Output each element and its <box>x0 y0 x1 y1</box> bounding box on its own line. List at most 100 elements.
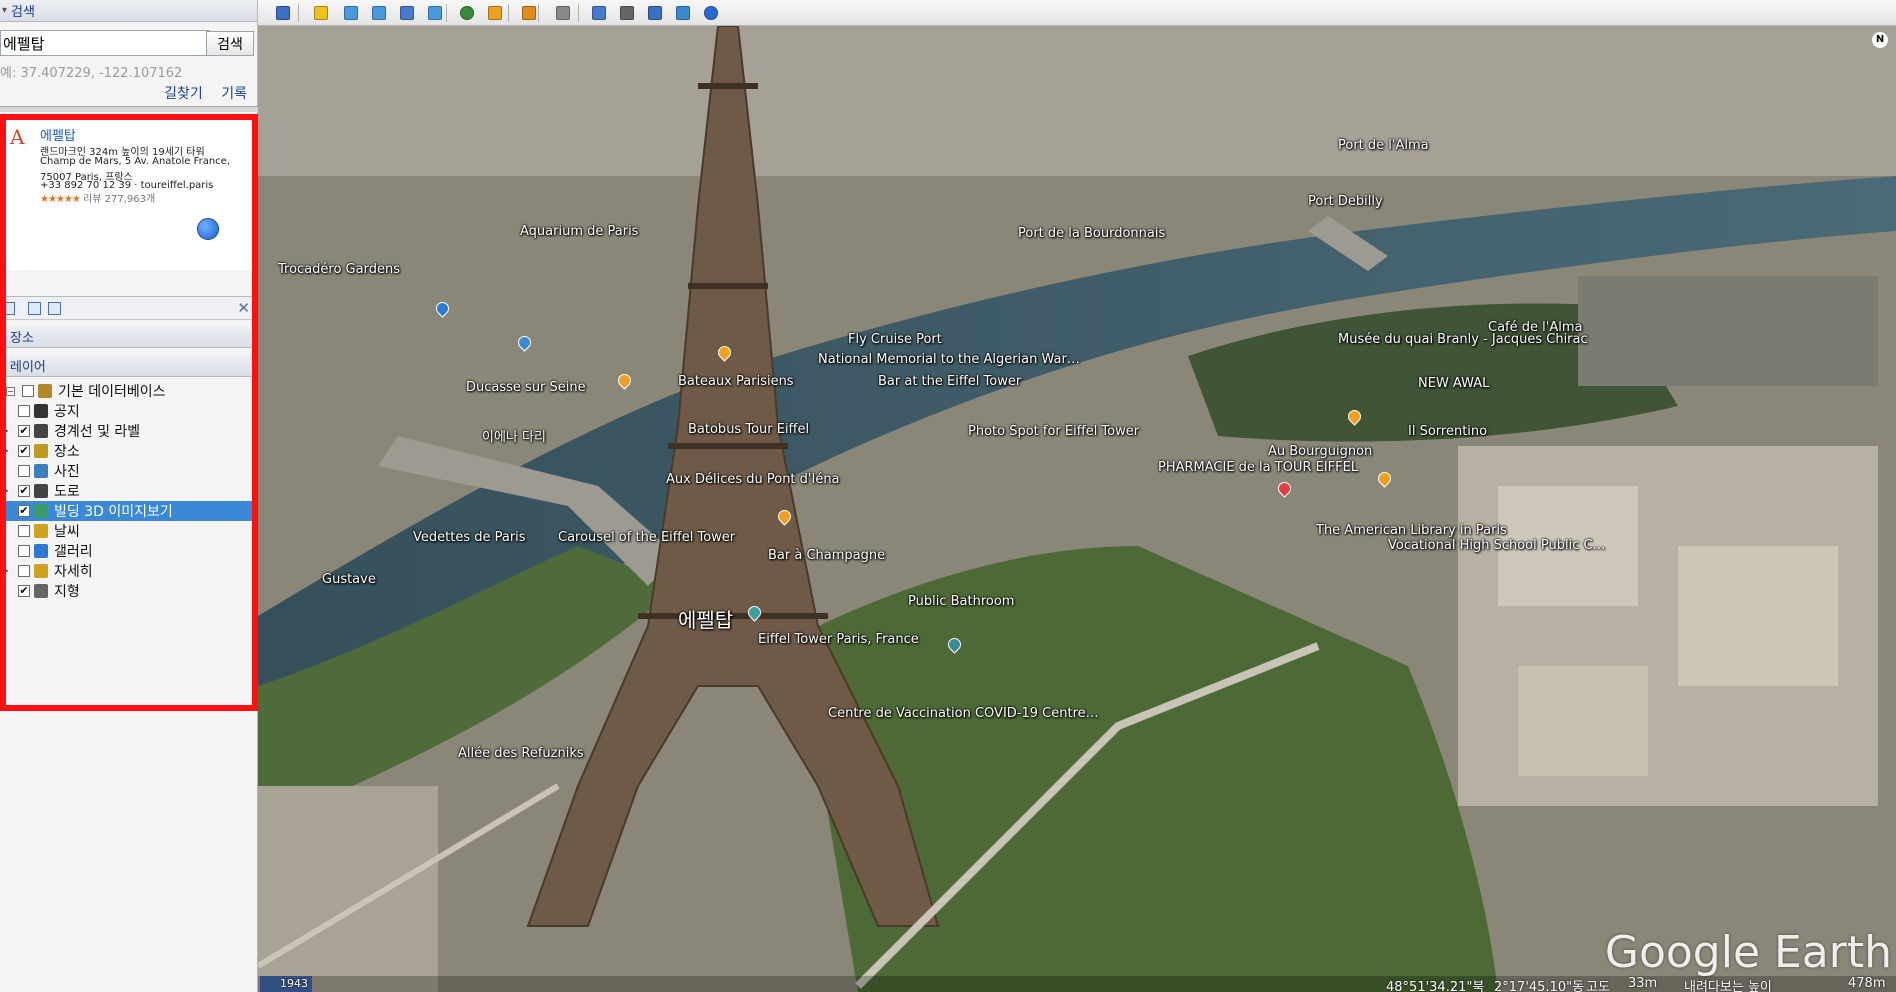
view-maps-icon[interactable] <box>672 2 694 24</box>
map-place-label[interactable]: Photo Spot for Eiffel Tower <box>968 424 1139 439</box>
add-content-icon[interactable] <box>2 302 15 315</box>
layer-checkbox[interactable]: ✔ <box>18 445 30 457</box>
map-place-label[interactable]: Aquarium de Paris <box>520 224 638 239</box>
layer-row[interactable]: ✔ 지형 <box>0 581 258 601</box>
map-place-label[interactable]: Au Bourguignon <box>1268 444 1372 459</box>
layers-panel-header[interactable]: 레이어 <box>0 355 258 377</box>
email-icon[interactable] <box>588 2 610 24</box>
expand-arrow-icon[interactable]: ▸ <box>2 566 11 576</box>
record-tour-icon[interactable] <box>424 2 446 24</box>
polygon-icon[interactable] <box>340 2 362 24</box>
layer-row[interactable]: ▸ 자세히 <box>0 561 258 581</box>
historical-imagery-icon[interactable] <box>456 2 478 24</box>
search-input[interactable] <box>0 30 210 56</box>
expand-arrow-icon[interactable]: ▸ <box>2 446 11 456</box>
map-place-label[interactable]: Vocational High School Public C… <box>1388 538 1606 553</box>
layer-checkbox[interactable]: ✔ <box>18 425 30 437</box>
panel-divider[interactable] <box>0 106 258 112</box>
map-place-label[interactable]: National Memorial to the Algerian War… <box>818 352 1080 367</box>
map-place-label[interactable]: Port de la Bourdonnais <box>1018 226 1165 241</box>
layers-tree: − 기본 데이터베이스 공지 ▸ ✔ 경계선 및 라벨 ▸ ✔ 장소 사진 ▸ ✔ 도로 ✔ 빌딩 3D 이… <box>0 381 258 601</box>
save-image-icon[interactable] <box>644 2 666 24</box>
layer-row[interactable]: ▸ ✔ 경계선 및 라벨 <box>0 421 258 441</box>
layer-icon <box>38 384 52 398</box>
result-marker-icon: A <box>10 125 25 149</box>
path-icon[interactable] <box>368 2 390 24</box>
map-place-label[interactable]: Café de l'Alma <box>1488 320 1582 335</box>
map-place-label[interactable]: Fly Cruise Port <box>848 332 942 347</box>
layer-checkbox[interactable]: ✔ <box>18 585 30 597</box>
result-title[interactable]: 에펠탑 <box>40 125 76 144</box>
image-overlay-icon[interactable] <box>396 2 418 24</box>
map-place-label[interactable]: PHARMACIE de la TOUR EIFFEL <box>1158 460 1358 475</box>
collapse-icon[interactable]: − <box>6 386 15 396</box>
layer-checkbox[interactable] <box>18 545 30 557</box>
earth-gallery-icon[interactable] <box>700 2 722 24</box>
layer-row[interactable]: ✔ 빌딩 3D 이미지보기 <box>0 501 258 521</box>
search-panel-header[interactable]: ▾ 검색 <box>0 0 257 22</box>
map-place-label[interactable]: Il Sorrentino <box>1408 424 1487 439</box>
historical-imagery-year[interactable]: 1943 <box>260 976 312 992</box>
close-icon[interactable]: ✕ <box>237 299 250 317</box>
expand-arrow-icon[interactable]: ▸ <box>2 486 11 496</box>
map-place-label[interactable]: Public Bathroom <box>908 594 1014 609</box>
map-place-label[interactable]: Trocadéro Gardens <box>278 262 400 277</box>
map-place-label[interactable]: Bar à Champagne <box>768 548 885 563</box>
result-rating: ★★★★★ 리뷰 277,963개 <box>40 190 155 205</box>
map-place-label[interactable]: Carousel of the Eiffel Tower <box>558 530 735 545</box>
directions-link[interactable]: 길찾기 <box>164 86 203 102</box>
sidebar-toggle-icon[interactable] <box>272 2 294 24</box>
search-button[interactable]: 검색 <box>206 31 254 56</box>
layer-row[interactable]: 사진 <box>0 461 258 481</box>
map-view[interactable]: Trocadéro Gardens Aquarium de Paris Musée … <box>258 26 1896 992</box>
sunlight-icon[interactable] <box>484 2 506 24</box>
map-place-label[interactable]: Port de l'Alma <box>1338 138 1429 153</box>
layer-row[interactable]: 갤러리 <box>0 541 258 561</box>
layer-checkbox[interactable]: ✔ <box>18 505 30 517</box>
map-place-label[interactable]: Bar at the Eiffel Tower <box>878 374 1021 389</box>
map-place-label[interactable]: NEW AWAL <box>1418 376 1489 391</box>
map-place-label[interactable]: Eiffel Tower Paris, France <box>758 632 919 647</box>
layer-checkbox[interactable] <box>22 385 34 397</box>
map-place-label[interactable]: The American Library in Paris <box>1316 523 1507 538</box>
layer-row[interactable]: ▸ ✔ 도로 <box>0 481 258 501</box>
ruler-icon[interactable] <box>552 2 574 24</box>
map-place-label[interactable]: Allée des Refuzniks <box>458 746 584 761</box>
map-place-label[interactable]: Vedettes de Paris <box>413 530 526 545</box>
history-link[interactable]: 기록 <box>221 86 247 102</box>
search-result-item[interactable]: A 에펠탑 랜드마크인 324m 높이의 19세기 타워 Champ de Ma… <box>0 115 258 270</box>
status-eye-label: 내려다보는 높이 <box>1684 980 1772 992</box>
map-place-label[interactable]: 이에나 다리 <box>482 426 546 445</box>
layer-row[interactable]: 날씨 <box>0 521 258 541</box>
expand-arrow-icon[interactable]: ▸ <box>2 426 11 436</box>
map-place-label[interactable]: Ducasse sur Seine <box>466 380 586 395</box>
map-place-label[interactable]: Aux Délices du Pont d'Iéna <box>666 472 840 487</box>
layer-checkbox[interactable] <box>18 525 30 537</box>
layer-checkbox[interactable] <box>18 405 30 417</box>
planets-icon[interactable] <box>518 2 540 24</box>
layer-checkbox[interactable]: ✔ <box>18 485 30 497</box>
status-eye-altitude: 478m <box>1848 976 1886 991</box>
layer-row[interactable]: ▸ ✔ 장소 <box>0 441 258 461</box>
layer-checkbox[interactable] <box>18 565 30 577</box>
layer-checkbox[interactable] <box>18 465 30 477</box>
map-place-label[interactable]: Port Debilly <box>1308 194 1383 209</box>
map-place-label[interactable]: Gustave <box>322 572 376 587</box>
layer-icon <box>34 504 48 518</box>
collapse-triangle-icon[interactable]: ▾ <box>2 5 7 16</box>
places-panel-header[interactable]: 장소 <box>0 326 258 348</box>
places-header-label: 장소 <box>10 331 34 346</box>
globe-icon[interactable] <box>197 218 219 240</box>
layer-row[interactable]: 공지 <box>0 401 258 421</box>
compass-icon[interactable]: N <box>1872 32 1888 48</box>
print-icon[interactable] <box>616 2 638 24</box>
copy-icon[interactable] <box>28 302 41 315</box>
map-place-label[interactable]: Centre de Vaccination COVID-19 Centre… <box>828 706 1099 721</box>
layer-row[interactable]: − 기본 데이터베이스 <box>0 381 258 401</box>
map-place-label[interactable]: Batobus Tour Eiffel <box>688 422 809 437</box>
map-place-label[interactable]: 에펠탑 <box>678 604 733 633</box>
print-icon[interactable] <box>48 302 61 315</box>
placemark-icon[interactable] <box>310 2 332 24</box>
map-place-label[interactable]: Bateaux Parisiens <box>678 374 794 389</box>
sidebar: ▾ 검색 검색 예: 37.407229, -122.107162 길찾기 기록… <box>0 0 258 992</box>
